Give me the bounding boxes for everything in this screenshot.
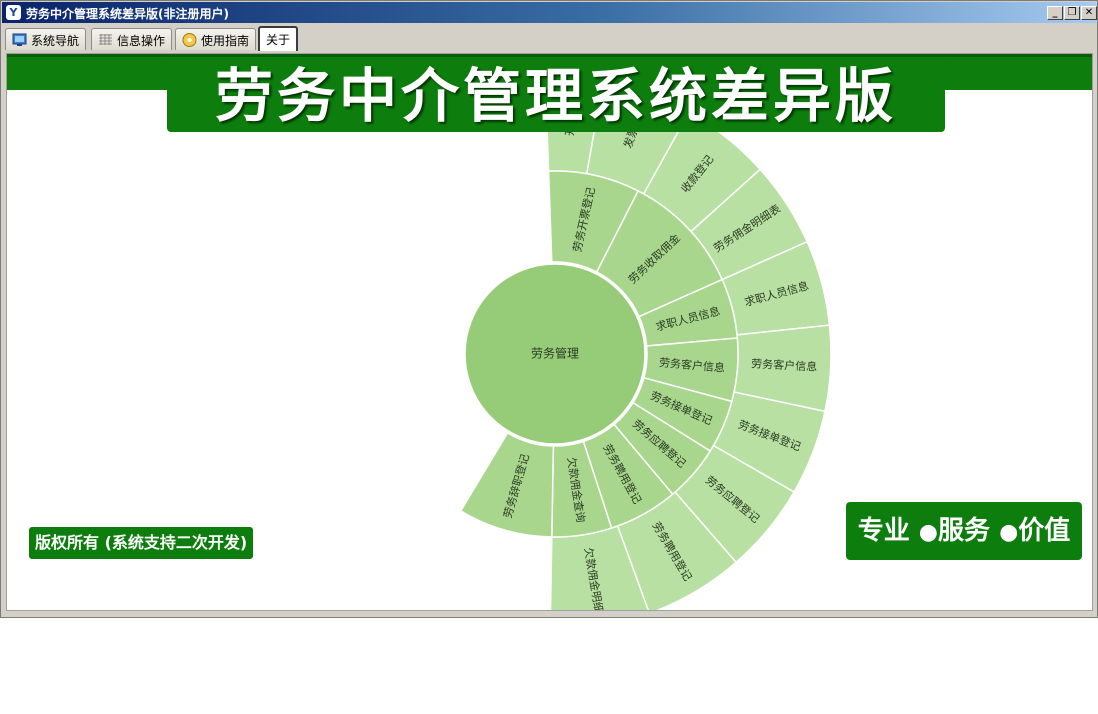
slogan-item-professional: 专业 — [857, 516, 910, 546]
tab-label: 使用指南 — [201, 34, 250, 48]
tab-label: 系统导航 — [31, 34, 80, 48]
app-logo-icon: Y — [6, 5, 21, 20]
tab-label: 关于 — [266, 33, 291, 47]
window-title: 劳务中介管理系统差异版(非注册用户) — [26, 7, 229, 21]
about-panel: 开票发票收款登记劳务佣金明细表求职人员信息劳务客户信息劳务接单登记劳务应聘登记劳… — [6, 53, 1093, 611]
slogan-item-service: 服务 — [937, 516, 990, 546]
help-disc-icon — [182, 33, 197, 47]
slogan-item-value: 价值 — [1018, 516, 1071, 546]
sunburst-ring1-segment[interactable] — [459, 431, 555, 538]
page-title: 劳务中介管理系统差异版 — [214, 62, 897, 130]
header-banner: 劳务中介管理系统差异版 — [167, 60, 945, 132]
tab-strip: 系统导航 信息操作 使用指南 关于 — [5, 26, 1095, 52]
tab-user-guide[interactable]: 使用指南 — [175, 28, 257, 50]
bullet-icon: ● — [999, 520, 1019, 545]
grid-icon — [98, 33, 113, 47]
tab-label: 信息操作 — [117, 34, 166, 48]
title-bar[interactable]: Y 劳务中介管理系统差异版(非注册用户) _ ❐ ✕ — [2, 2, 1097, 23]
bullet-icon: ● — [918, 520, 938, 545]
close-button[interactable]: ✕ — [1081, 6, 1097, 20]
sunburst-core-label: 劳务管理 — [531, 346, 579, 361]
restore-button[interactable]: ❐ — [1064, 6, 1080, 20]
tab-info-operation[interactable]: 信息操作 — [91, 28, 173, 50]
copyright-badge: 版权所有 (系统支持二次开发) — [29, 527, 254, 559]
app-window: Y 劳务中介管理系统差异版(非注册用户) _ ❐ ✕ 系统导航 信息操作 使用指… — [0, 0, 1098, 618]
slogan-badge: 专业 ●服务 ●价值 — [846, 502, 1082, 560]
tab-about[interactable]: 关于 — [258, 26, 299, 51]
minimize-button[interactable]: _ — [1047, 6, 1063, 20]
tab-system-navigation[interactable]: 系统导航 — [5, 28, 87, 50]
monitor-icon — [12, 33, 27, 47]
